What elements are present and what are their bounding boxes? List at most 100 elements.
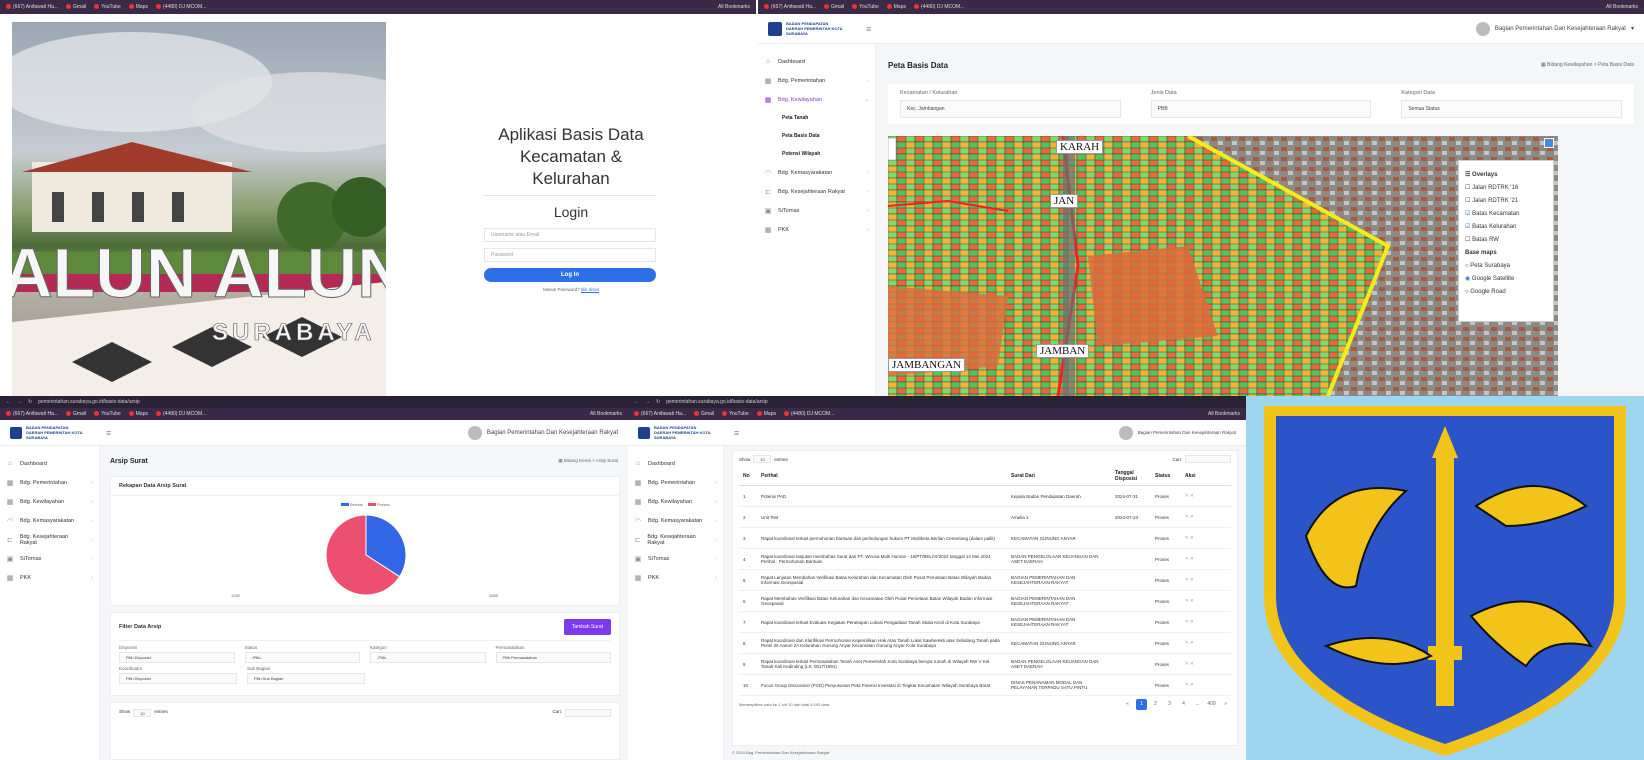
sidebar-item-kewilayahan[interactable]: ▦ Bdg. Kewilayahan › [628, 492, 723, 511]
permasalahan-select[interactable]: Pilih Permasalahan [495, 652, 611, 663]
forward-icon[interactable]: → [17, 399, 22, 405]
bookmark-tab[interactable]: YouTube [852, 4, 879, 10]
bookmark-tab[interactable]: Gmail [66, 4, 86, 10]
koordinator-select[interactable]: Pilih Disposisi [119, 673, 237, 684]
app-logo[interactable]: BADAN PENDAPATAN DAERAH PEMERINTAH KOTA … [768, 21, 846, 36]
bookmark-tab[interactable]: (4480) DJ MCOM... [155, 411, 206, 417]
forgot-link[interactable]: klik disini [581, 287, 599, 292]
col-status[interactable]: Status [1151, 467, 1181, 486]
sidebar-sub-peta-basis-data[interactable]: Peta Basis Data [758, 127, 875, 145]
checkbox-unchecked-icon[interactable]: ☐ [1465, 198, 1470, 204]
overlay-jalan-21[interactable]: ☐ Jalan RDTRK '21 [1465, 195, 1547, 208]
sidebar-item-pemerintahan[interactable]: ▦ Bdg. Pemerintahan › [628, 473, 723, 492]
bookmark-tab[interactable]: Gmail [824, 4, 844, 10]
page-last[interactable]: 409 [1206, 699, 1217, 710]
sidebar-item-sitornas[interactable]: ▣ SiTornas › [758, 201, 875, 220]
menu-toggle-icon[interactable]: ≡ [734, 428, 739, 438]
bookmark-tab[interactable]: YouTube [94, 411, 121, 417]
sidebar-item-kemasyarakatan[interactable]: ◠ Bdg. Kemasyarakatan › [0, 511, 99, 530]
reload-icon[interactable]: ↻ [656, 399, 660, 405]
bookmark-tab[interactable]: Gmail [66, 411, 86, 417]
bookmark-tab[interactable]: Maps [886, 4, 906, 10]
url-field[interactable]: pemerintahan.surabaya.go.id/basis-data/a… [38, 399, 139, 405]
delete-icon[interactable]: ✕ [1189, 556, 1194, 561]
user-menu[interactable]: Bagian Pemerintahan Dan Kesejahteraan Ra… [467, 425, 618, 440]
menu-toggle-icon[interactable]: ≡ [106, 428, 111, 438]
checkbox-unchecked-icon[interactable]: ☐ [1465, 237, 1470, 243]
app-logo[interactable]: BADAN PENDAPATAN DAERAH PEMERINTAH KOTA … [10, 425, 86, 440]
checkbox-checked-icon[interactable]: ☑ [1465, 211, 1470, 217]
base-google-road[interactable]: ○ Google Road [1465, 286, 1547, 299]
delete-icon[interactable]: ✕ [1189, 577, 1194, 582]
delete-icon[interactable]: ✕ [1189, 619, 1194, 624]
app-logo[interactable]: BADAN PENDAPATAN DAERAH PEMERINTAH KOTA … [638, 425, 714, 440]
sidebar-item-dashboard[interactable]: ⌂ Dashboard [758, 52, 875, 71]
tambah-surat-button[interactable]: Tambah Surat [563, 619, 611, 635]
page-2[interactable]: 2 [1150, 699, 1161, 710]
sidebar-item-sitornas[interactable]: ▣ SiTornas › [0, 549, 99, 568]
page-3[interactable]: 3 [1164, 699, 1175, 710]
delete-icon[interactable]: ✕ [1189, 682, 1194, 687]
bookmark-tab[interactable]: (4480) DJ MCOM... [913, 4, 964, 10]
url-field[interactable]: pemerintahan.surabaya.go.id/basis-data/a… [666, 399, 767, 405]
overlay-batas-rw[interactable]: ☐ Batas RW [1465, 234, 1547, 247]
base-peta-surabaya[interactable]: ○ Peta Surabaya [1465, 260, 1547, 273]
page-prev[interactable]: « [1122, 699, 1133, 710]
checkbox-checked-icon[interactable]: ☑ [1465, 224, 1470, 230]
user-menu[interactable]: Bagian Pemerintahan Dan Kesejahteraan Ra… [1118, 425, 1236, 440]
layers-toggle-icon[interactable] [1544, 138, 1554, 148]
show-entries-select[interactable]: 10 [133, 709, 152, 717]
back-icon[interactable]: ← [6, 399, 11, 405]
radio-off-icon[interactable]: ○ [1465, 263, 1469, 269]
sidebar-item-kemasyarakatan[interactable]: ◠ Bdg. Kemasyarakatan › [628, 511, 723, 530]
search-input[interactable] [565, 709, 611, 717]
base-google-satellite[interactable]: ◉ Google Satellite [1465, 273, 1547, 286]
sidebar-item-sitornas[interactable]: ▣ SiTornas › [628, 549, 723, 568]
delete-icon[interactable]: ✕ [1189, 493, 1194, 498]
kategori-data-select[interactable]: Semua Status [1401, 100, 1623, 118]
bookmark-tab[interactable]: YouTube [722, 411, 749, 417]
sidebar-item-kemasyarakatan[interactable]: ◠ Bdg. Kemasyarakatan › [758, 163, 875, 182]
sidebar-sub-potensi-wilayah[interactable]: Potensi Wilayah [758, 145, 875, 163]
page-1[interactable]: 1 [1136, 699, 1147, 710]
page-next[interactable]: » [1220, 699, 1231, 710]
bookmark-tab[interactable]: (667) Anifawati Ha... [764, 4, 816, 10]
bookmark-tab[interactable]: (4480) DJ MCOM... [155, 4, 206, 10]
sidebar-item-kewilayahan[interactable]: ▦ Bdg. Kewilayahan › [0, 492, 99, 511]
all-bookmarks[interactable]: All Bookmarks [718, 4, 750, 10]
page-4[interactable]: 4 [1178, 699, 1189, 710]
disposisi-select[interactable]: Pilih Disposisi [119, 652, 235, 663]
username-input[interactable]: Username atau Email [484, 228, 656, 242]
delete-icon[interactable]: ✕ [1189, 514, 1194, 519]
kategori-select[interactable]: -Pilih- [370, 652, 486, 663]
all-bookmarks[interactable]: All Bookmarks [590, 411, 622, 417]
sidebar-item-kewilayahan[interactable]: ▦ Bdg. Kewilayahan ⌄ [758, 90, 875, 109]
overlay-batas-kecamatan[interactable]: ☑ Batas Kecamatan [1465, 208, 1547, 221]
sidebar-item-pemerintahan[interactable]: ▦ Bdg. Pemerintahan › [0, 473, 99, 492]
sidebar-item-kesra[interactable]: ⊏ Bdg. Kesejahteraan Rakyat › [628, 530, 723, 549]
sidebar-item-dashboard[interactable]: ⌂ Dashboard [628, 454, 723, 473]
delete-icon[interactable]: ✕ [1189, 640, 1194, 645]
col-tanggal[interactable]: Tanggal Disposisi [1111, 467, 1151, 486]
login-button[interactable]: Log In [484, 268, 656, 282]
sidebar-sub-peta-tanah[interactable]: Peta Tanah [758, 109, 875, 127]
col-perihal[interactable]: Perihal [757, 467, 1007, 486]
sidebar-item-pkk[interactable]: ▦ PKK › [758, 220, 875, 239]
col-no[interactable]: No [739, 467, 757, 486]
bookmark-tab[interactable]: YouTube [94, 4, 121, 10]
password-input[interactable]: Password [484, 248, 656, 262]
back-icon[interactable]: ← [634, 399, 639, 405]
bookmark-tab[interactable]: Gmail [694, 411, 714, 417]
sidebar-item-dashboard[interactable]: ⌂ Dashboard [0, 454, 99, 473]
all-bookmarks[interactable]: All Bookmarks [1208, 411, 1240, 417]
bookmark-tab[interactable]: Maps [128, 4, 148, 10]
sidebar-item-kesra[interactable]: ⊏ Bdg. Kesejahteraan Rakyat › [0, 530, 99, 549]
user-menu[interactable]: Bagian Pemerintahan Dan Kesejahteraan Ra… [1475, 21, 1634, 36]
reload-icon[interactable]: ↻ [28, 399, 32, 405]
sidebar-item-pemerintahan[interactable]: ▦ Bdg. Pemerintahan › [758, 71, 875, 90]
bookmark-tab[interactable]: Maps [756, 411, 776, 417]
bookmark-tab[interactable]: (4480) DJ MCOM... [783, 411, 834, 417]
checkbox-unchecked-icon[interactable]: ☐ [1465, 185, 1470, 191]
sub-bagian-select[interactable]: Pilih Sub Bagian [247, 673, 365, 684]
sidebar-item-pkk[interactable]: ▦ PKK › [0, 568, 99, 587]
